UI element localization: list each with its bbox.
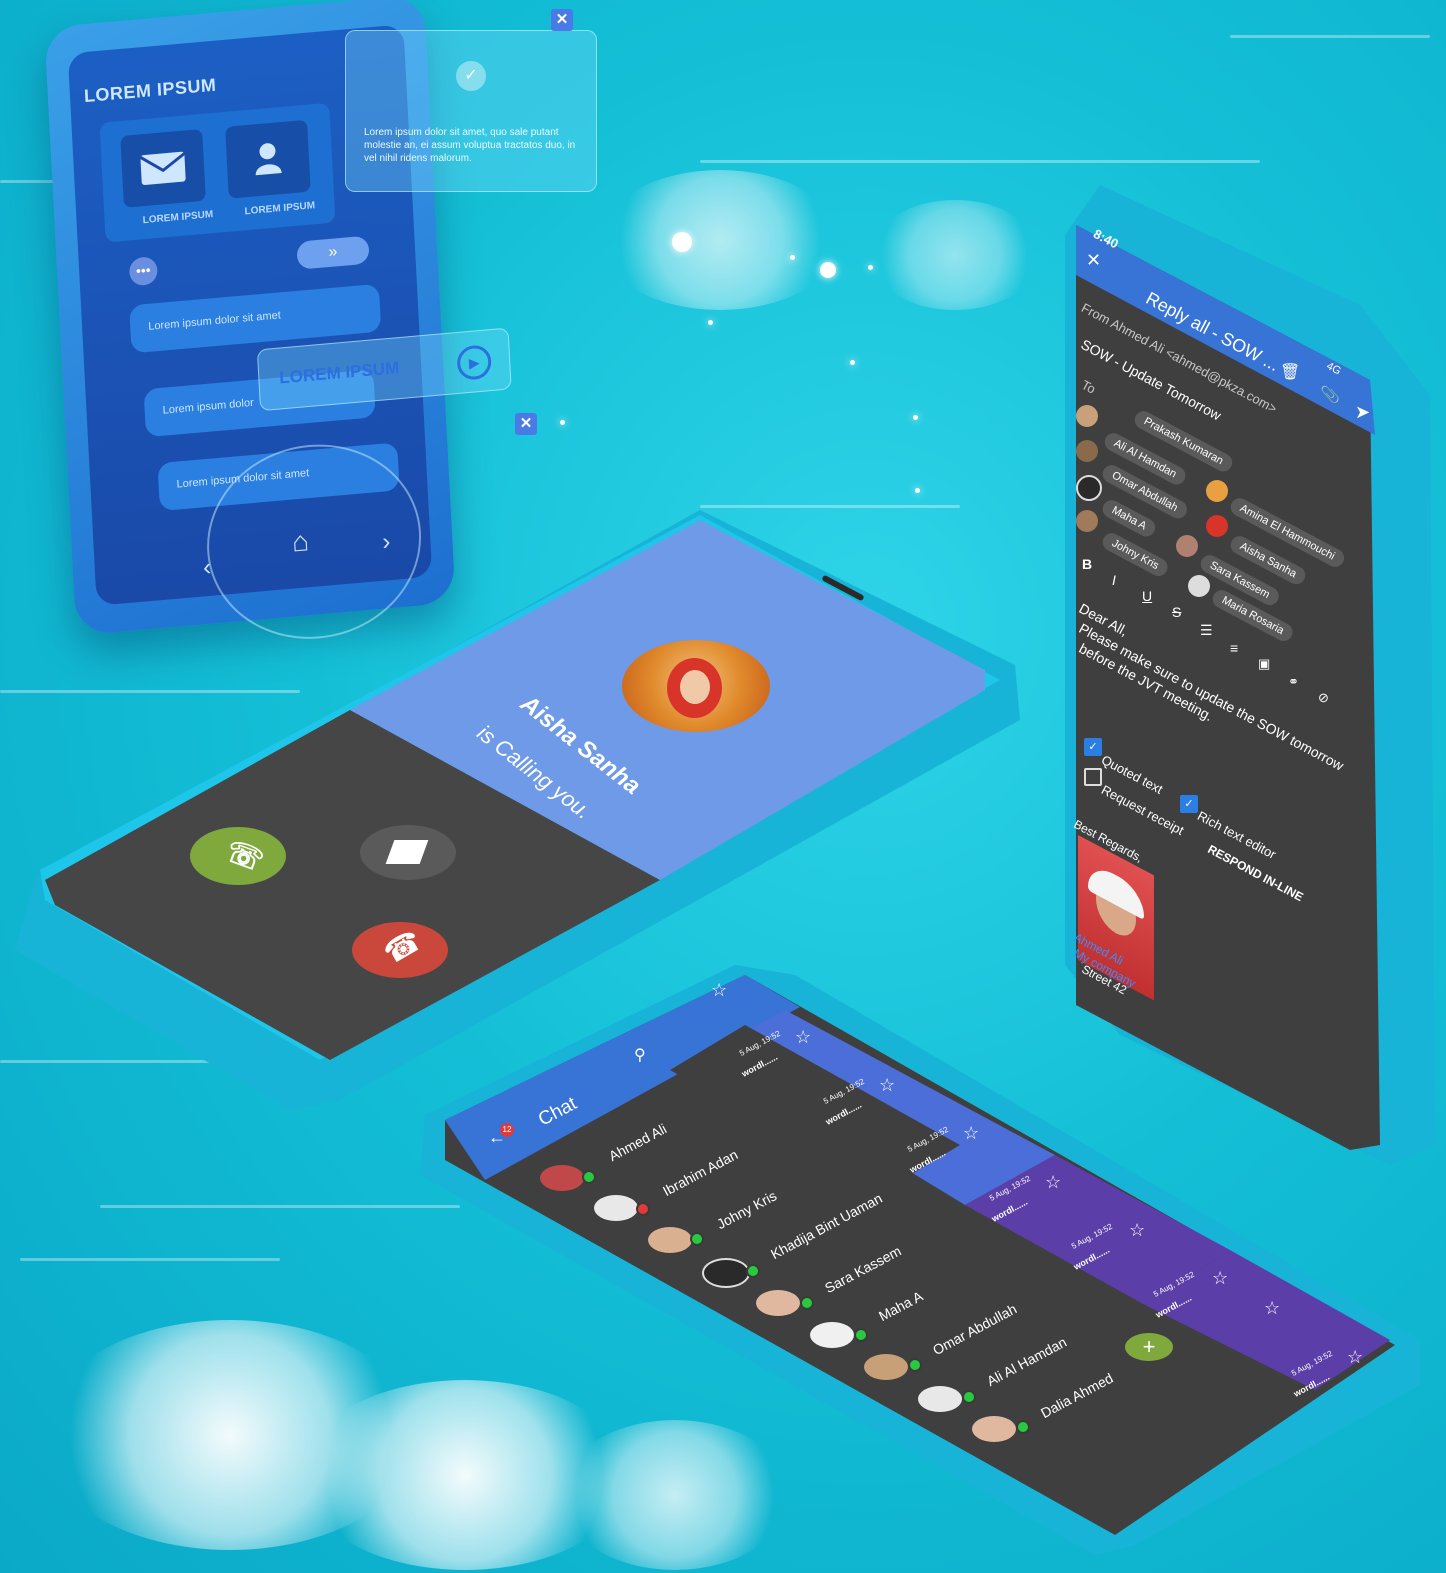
caller-avatar	[622, 640, 770, 732]
message-icon	[385, 840, 429, 864]
search-icon[interactable]: ⚲	[634, 1045, 646, 1065]
star-icon[interactable]: ☆	[1129, 1220, 1145, 1241]
mail-tile[interactable]	[120, 128, 206, 208]
avatar	[540, 1165, 584, 1191]
avatar	[702, 1258, 750, 1288]
send-icon[interactable]: ➤	[1355, 402, 1370, 423]
info-panel-text: Lorem ipsum dolor sit amet, quo sale put…	[364, 127, 576, 164]
avatar	[594, 1195, 638, 1221]
online-indicator	[908, 1358, 922, 1372]
message-call-button[interactable]	[360, 825, 456, 880]
star-icon[interactable]: ☆	[1045, 1172, 1061, 1193]
star-icon[interactable]: ☆	[795, 1027, 811, 1048]
chat-phone-shape	[420, 965, 1420, 1555]
info-panel: ✓ Lorem ipsum dolor sit amet, quo sale p…	[345, 30, 597, 192]
avatar	[1206, 515, 1228, 537]
avatar	[918, 1386, 962, 1412]
play-icon: ▶	[456, 344, 493, 381]
avatar	[1176, 535, 1198, 557]
avatar	[972, 1416, 1016, 1442]
unread-badge: 12	[500, 1123, 514, 1137]
close-icon[interactable]: ✕	[515, 413, 537, 435]
align-icon[interactable]: ≡	[1230, 640, 1238, 656]
chat-phone	[415, 965, 1425, 1565]
star-icon[interactable]: ☆	[1264, 1298, 1280, 1319]
avatar	[1076, 405, 1098, 427]
online-indicator	[690, 1232, 704, 1246]
star-icon[interactable]: ☆	[1212, 1268, 1228, 1289]
avatar	[1188, 575, 1210, 597]
attach-icon[interactable]: 📎	[1320, 385, 1340, 405]
user-icon	[255, 143, 282, 176]
online-indicator	[582, 1170, 596, 1184]
online-indicator	[800, 1296, 814, 1310]
image-icon[interactable]: ▣	[1258, 656, 1270, 672]
star-icon[interactable]: ☆	[879, 1075, 895, 1096]
avatar	[1206, 480, 1228, 502]
add-chat-button[interactable]: +	[1125, 1333, 1173, 1361]
close-icon[interactable]: ✕	[1086, 250, 1101, 271]
star-icon[interactable]: ☆	[1347, 1347, 1363, 1368]
avatar	[864, 1354, 908, 1380]
hologram-button-label: LOREM IPSUM	[278, 358, 400, 388]
star-icon[interactable]: ☆	[711, 980, 727, 1001]
quoted-text-checkbox[interactable]: ✓	[1084, 738, 1102, 756]
bold-button[interactable]: B	[1082, 556, 1092, 572]
clear-format-icon[interactable]: ⊘	[1318, 690, 1329, 706]
speaker-grille	[821, 574, 865, 602]
phone-icon: ☏	[221, 834, 269, 879]
underline-button[interactable]: U	[1142, 588, 1152, 604]
check-icon: ✓	[456, 61, 486, 91]
avatar	[1076, 510, 1098, 532]
star-icon[interactable]: ☆	[963, 1123, 979, 1144]
offline-indicator	[636, 1202, 650, 1216]
italic-button[interactable]: I	[1112, 572, 1116, 588]
link-icon[interactable]: ⚭	[1288, 674, 1299, 690]
close-icon[interactable]: ✕	[551, 9, 573, 31]
accept-call-button[interactable]: ☏	[190, 827, 286, 885]
online-indicator	[746, 1264, 760, 1278]
avatar	[648, 1227, 692, 1253]
rich-text-checkbox[interactable]: ✓	[1180, 795, 1198, 813]
online-indicator	[1016, 1420, 1030, 1434]
avatar	[756, 1290, 800, 1316]
user-tile[interactable]	[225, 119, 311, 199]
delete-icon[interactable]: 🗑	[1280, 362, 1300, 382]
avatar	[810, 1322, 854, 1348]
online-indicator	[854, 1328, 868, 1342]
online-indicator	[962, 1390, 976, 1404]
envelope-icon	[139, 151, 186, 186]
strike-button[interactable]: S	[1172, 604, 1181, 620]
avatar	[1076, 475, 1102, 501]
avatar	[1076, 440, 1098, 462]
request-receipt-checkbox[interactable]	[1084, 768, 1102, 786]
list-icon[interactable]: ☰	[1200, 622, 1213, 639]
